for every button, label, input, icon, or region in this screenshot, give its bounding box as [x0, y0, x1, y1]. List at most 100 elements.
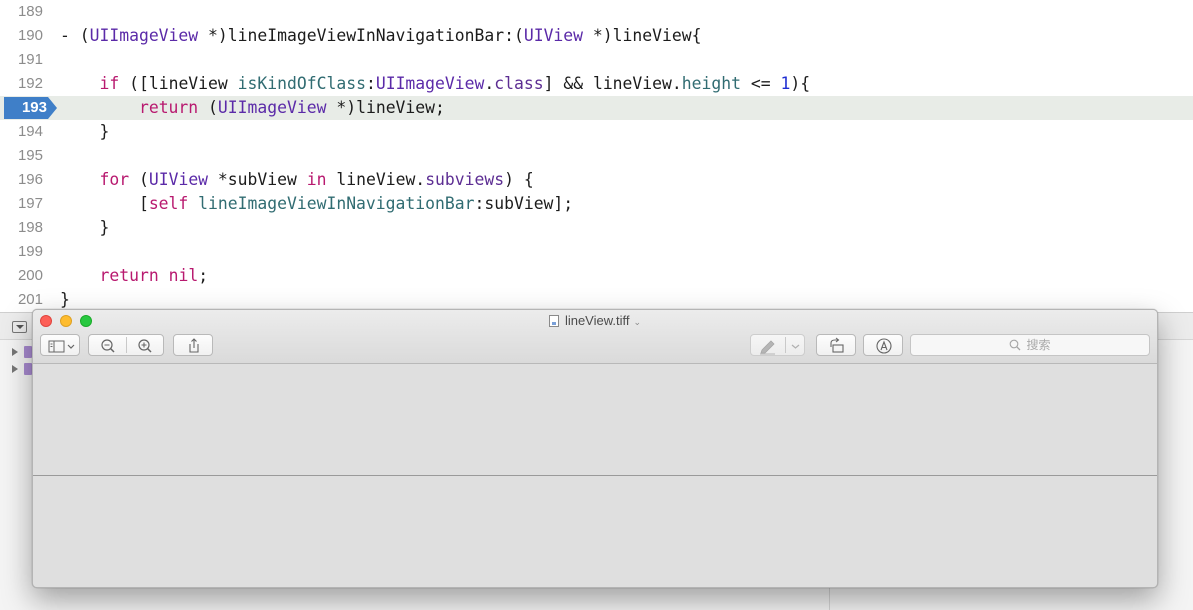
disclosure-triangle-icon[interactable] [12, 365, 18, 373]
code-token: lineImageViewInNavigationBar [198, 194, 475, 213]
code-token: ([lineView [119, 74, 238, 93]
chevron-down-icon [791, 344, 800, 349]
code-editor[interactable]: 189 190- (UIImageView *)lineImageViewInNa… [0, 0, 1193, 312]
zoom-out-icon[interactable] [89, 335, 127, 357]
code-line[interactable]: 189 [0, 0, 1193, 24]
code-line[interactable]: 200 return nil; [0, 264, 1193, 288]
code-line[interactable]: 199 [0, 240, 1193, 264]
code-token: isKindOfClass [237, 74, 366, 93]
tiff-document-icon [548, 315, 559, 327]
line-number: 193 [21, 99, 47, 116]
annotate-icon [876, 338, 892, 354]
code-text[interactable]: for (UIView *subView in lineView.subview… [60, 168, 533, 192]
code-token: UIImageView [217, 98, 327, 117]
code-token: ; [198, 266, 209, 285]
code-token: UIImageView [89, 26, 199, 45]
line-number[interactable]: 195 [0, 144, 43, 168]
line-number[interactable]: 194 [0, 120, 43, 144]
code-token: - ( [60, 26, 90, 45]
code-token: self [148, 194, 189, 213]
code-line[interactable]: 192 if ([lineView isKindOfClass:UIImageV… [0, 72, 1193, 96]
code-token: ] && lineView. [543, 74, 682, 93]
code-token: 1 [780, 74, 791, 93]
variable-type-badge [24, 363, 32, 375]
line-number[interactable]: 190 [0, 24, 43, 48]
line-number[interactable]: 198 [0, 216, 43, 240]
rotate-button[interactable] [816, 334, 856, 356]
window-title[interactable]: lineView.tiff ⌄ [33, 313, 1157, 330]
code-token: UIView [523, 26, 584, 45]
code-token: *)lineView{ [583, 26, 702, 45]
code-text[interactable]: if ([lineView isKindOfClass:UIImageView.… [60, 72, 810, 96]
line-number[interactable]: 199 [0, 240, 43, 264]
preview-window: lineView.tiff ⌄ 搜索 [32, 309, 1158, 588]
code-text[interactable]: - (UIImageView *)lineImageViewInNavigati… [60, 24, 701, 48]
code-line[interactable]: 197 [self lineImageViewInNavigationBar:s… [0, 192, 1193, 216]
code-line[interactable]: 196 for (UIView *subView in lineView.sub… [0, 168, 1193, 192]
code-line[interactable]: 191 [0, 48, 1193, 72]
code-token: class [494, 74, 544, 93]
share-button[interactable] [173, 334, 213, 356]
line-number[interactable]: 200 [0, 264, 43, 288]
line-number[interactable]: 196 [0, 168, 43, 192]
code-token: return [99, 266, 159, 285]
rotate-icon [830, 337, 844, 353]
code-token: nil [168, 266, 199, 285]
code-token: *)lineImageViewInNavigationBar:( [198, 26, 524, 45]
code-token: } [60, 122, 110, 141]
code-token: *)lineView; [326, 98, 445, 117]
code-text[interactable]: return nil; [60, 264, 208, 288]
line-number[interactable]: 192 [0, 72, 43, 96]
code-token: <= [740, 74, 781, 93]
line-view-image [33, 475, 1157, 476]
search-field[interactable]: 搜索 [910, 334, 1150, 356]
code-token: [ [60, 194, 149, 213]
code-token: for [99, 170, 130, 189]
code-text[interactable]: return (UIImageView *)lineView; [60, 96, 445, 120]
hide-debug-area-button[interactable] [12, 321, 27, 333]
breakpoint-marker[interactable]: 193 [4, 96, 58, 120]
code-line[interactable]: 190 - (UIImageView *)lineImageViewInNavig… [0, 24, 1193, 48]
search-icon [1010, 339, 1021, 351]
sidebar-view-button[interactable] [40, 334, 80, 356]
code-line[interactable]: 194 } [0, 120, 1193, 144]
code-token: : [365, 74, 376, 93]
code-token: if [99, 74, 120, 93]
code-text[interactable]: } [60, 120, 109, 144]
code-text[interactable]: } [60, 216, 109, 240]
code-token: ){ [790, 74, 811, 93]
code-line[interactable]: 198 } [0, 216, 1193, 240]
window-titlebar[interactable]: lineView.tiff ⌄ 搜索 [33, 310, 1157, 364]
line-number[interactable]: 191 [0, 48, 43, 72]
code-token: lineView. [326, 170, 426, 189]
code-token: . [484, 74, 495, 93]
disclosure-triangle-icon[interactable] [12, 348, 18, 356]
annotate-button[interactable] [863, 334, 903, 356]
image-canvas[interactable] [33, 364, 1157, 587]
code-token: UIImageView [375, 74, 485, 93]
code-token: in [306, 170, 327, 189]
code-token: UIView [148, 170, 209, 189]
current-code-line[interactable]: 193 return (UIImageView *)lineView; [0, 96, 1193, 120]
line-number[interactable]: 197 [0, 192, 43, 216]
share-icon [189, 338, 199, 353]
line-number[interactable]: 189 [0, 0, 43, 24]
zoom-segmented-control [88, 334, 164, 356]
window-title-text: lineView.tiff [564, 313, 630, 328]
markup-toolbar-button[interactable] [750, 334, 805, 356]
code-token: subviews [425, 170, 505, 189]
sidebar-icon [48, 340, 75, 353]
code-token: height [681, 74, 741, 93]
code-token: ( [129, 170, 149, 189]
code-token: *subView [208, 170, 307, 189]
code-text[interactable]: [self lineImageViewInNavigationBar:subVi… [60, 192, 573, 216]
code-line[interactable]: 195 [0, 144, 1193, 168]
code-token: return [138, 98, 199, 117]
zoom-in-icon[interactable] [127, 335, 165, 357]
